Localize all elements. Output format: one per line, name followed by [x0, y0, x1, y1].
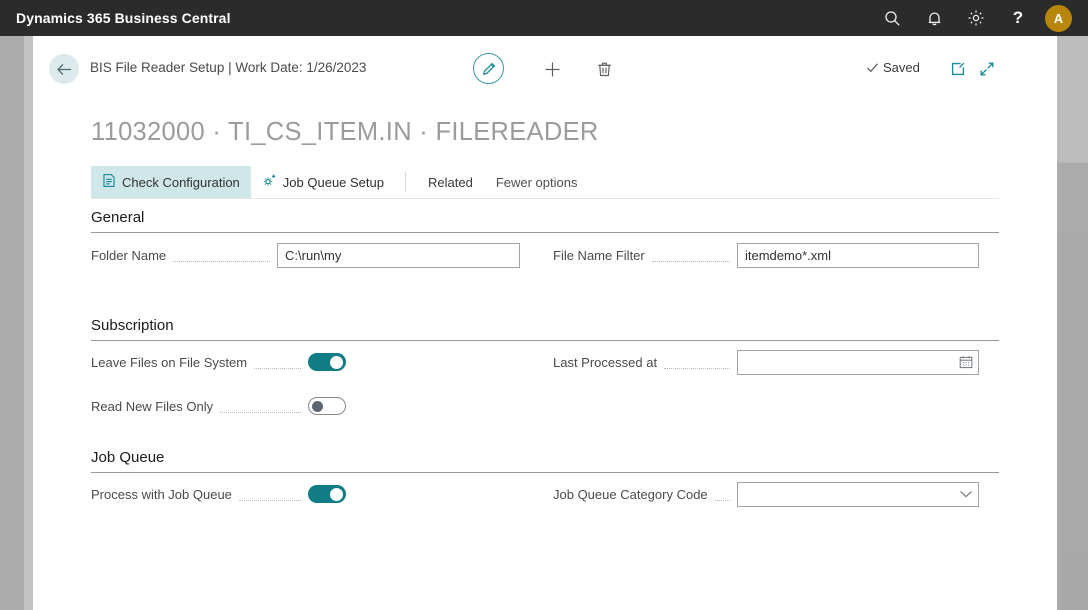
bell-icon[interactable] — [913, 0, 955, 36]
field-label: File Name Filter — [553, 247, 645, 263]
field-leader — [651, 249, 730, 262]
field-label: Read New Files Only — [91, 398, 214, 414]
job-queue-setup-icon — [262, 173, 277, 191]
ribbon-item-check-configuration[interactable]: Check Configuration — [91, 166, 251, 198]
ribbon-item-fewer-options[interactable]: Fewer options — [485, 166, 589, 198]
help-button[interactable]: ? — [997, 0, 1039, 36]
plus-icon[interactable] — [537, 54, 567, 84]
field-label: Process with Job Queue — [91, 486, 232, 502]
leave-files-on-file-system-toggle[interactable] — [308, 353, 346, 371]
toggle-knob — [312, 400, 323, 412]
field-leader — [254, 356, 301, 369]
page-title: 11032000 · TI_CS_ITEM.IN · FILEREADER — [91, 118, 599, 146]
field-last-processed-at: Last Processed at — [553, 349, 979, 375]
breadcrumb[interactable]: BIS File Reader Setup | Work Date: 1/26/… — [90, 60, 366, 75]
process-with-job-queue-toggle[interactable] — [308, 485, 346, 503]
app-brand-title: Dynamics 365 Business Central — [16, 10, 231, 26]
action-ribbon: Check Configuration Job Queue Setup Rela… — [91, 166, 999, 199]
page-card: BIS File Reader Setup | Work Date: 1/26/… — [33, 36, 1057, 610]
ribbon-item-label: Fewer options — [495, 174, 578, 190]
gear-icon[interactable] — [955, 0, 997, 36]
ribbon-item-label: Related — [428, 174, 473, 190]
field-label: Job Queue Category Code — [553, 486, 708, 502]
ribbon-item-label: Check Configuration — [122, 174, 240, 190]
toggle-knob — [330, 487, 343, 501]
field-read-new-files-only: Read New Files Only — [91, 394, 346, 418]
ribbon-item-related[interactable]: Related — [416, 166, 485, 198]
field-leader — [220, 400, 301, 413]
field-job-queue-category-code: Job Queue Category Code — [553, 481, 979, 507]
status-badge: Saved — [866, 60, 920, 75]
field-label: Folder Name — [91, 247, 167, 263]
folder-name-input[interactable]: C:\run\my — [277, 242, 520, 268]
collapse-icon[interactable] — [974, 56, 1000, 82]
avatar[interactable]: A — [1045, 4, 1072, 32]
field-leader — [173, 249, 270, 262]
field-folder-name: Folder Name C:\run\my — [91, 242, 520, 268]
section-rule-subscription — [91, 340, 999, 341]
field-leader — [238, 488, 301, 501]
command-bar: BIS File Reader Setup | Work Date: 1/26/… — [33, 50, 1057, 92]
read-new-files-only-toggle[interactable] — [308, 397, 346, 415]
ribbon-item-job-queue-setup[interactable]: Job Queue Setup — [251, 166, 395, 198]
section-title-subscription: Subscription — [91, 317, 174, 334]
field-label: Last Processed at — [553, 354, 658, 370]
pencil-icon[interactable] — [473, 53, 504, 84]
search-icon[interactable] — [871, 0, 913, 36]
last-processed-at-input[interactable] — [737, 349, 979, 375]
check-icon — [867, 63, 878, 73]
desktop-background-left — [0, 36, 24, 610]
calendar-icon[interactable] — [959, 351, 973, 374]
chevron-down-icon[interactable] — [959, 483, 973, 506]
open-in-new-window-icon[interactable] — [945, 56, 971, 82]
top-navigation-bar: Dynamics 365 Business Central ? A — [0, 0, 1088, 36]
desktop-background-left-inner — [24, 36, 33, 610]
toggle-knob — [330, 355, 343, 369]
file-name-filter-input[interactable]: itemdemo*.xml — [737, 242, 979, 268]
desktop-background-right — [1057, 36, 1088, 610]
ribbon-divider — [405, 172, 406, 192]
field-leader — [714, 488, 730, 501]
trash-icon[interactable] — [589, 54, 619, 84]
check-configuration-icon — [102, 173, 116, 191]
ribbon-item-label: Job Queue Setup — [282, 174, 384, 190]
field-process-with-job-queue: Process with Job Queue — [91, 482, 346, 506]
section-title-job-queue: Job Queue — [91, 449, 165, 466]
field-leader — [664, 356, 730, 369]
section-rule-general — [91, 232, 999, 233]
section-title-general: General — [91, 209, 145, 226]
saved-label: Saved — [883, 60, 920, 75]
back-arrow-icon[interactable] — [49, 54, 79, 84]
field-file-name-filter: File Name Filter itemdemo*.xml — [553, 242, 979, 268]
business-central-window: Dynamics 365 Business Central ? A BIS Fi… — [0, 0, 1088, 610]
field-leave-files-on-file-system: Leave Files on File System — [91, 350, 346, 374]
field-label: Leave Files on File System — [91, 354, 248, 370]
job-queue-category-code-input[interactable] — [737, 481, 979, 507]
top-bar-actions: ? A — [871, 0, 1082, 36]
section-rule-job-queue — [91, 472, 999, 473]
